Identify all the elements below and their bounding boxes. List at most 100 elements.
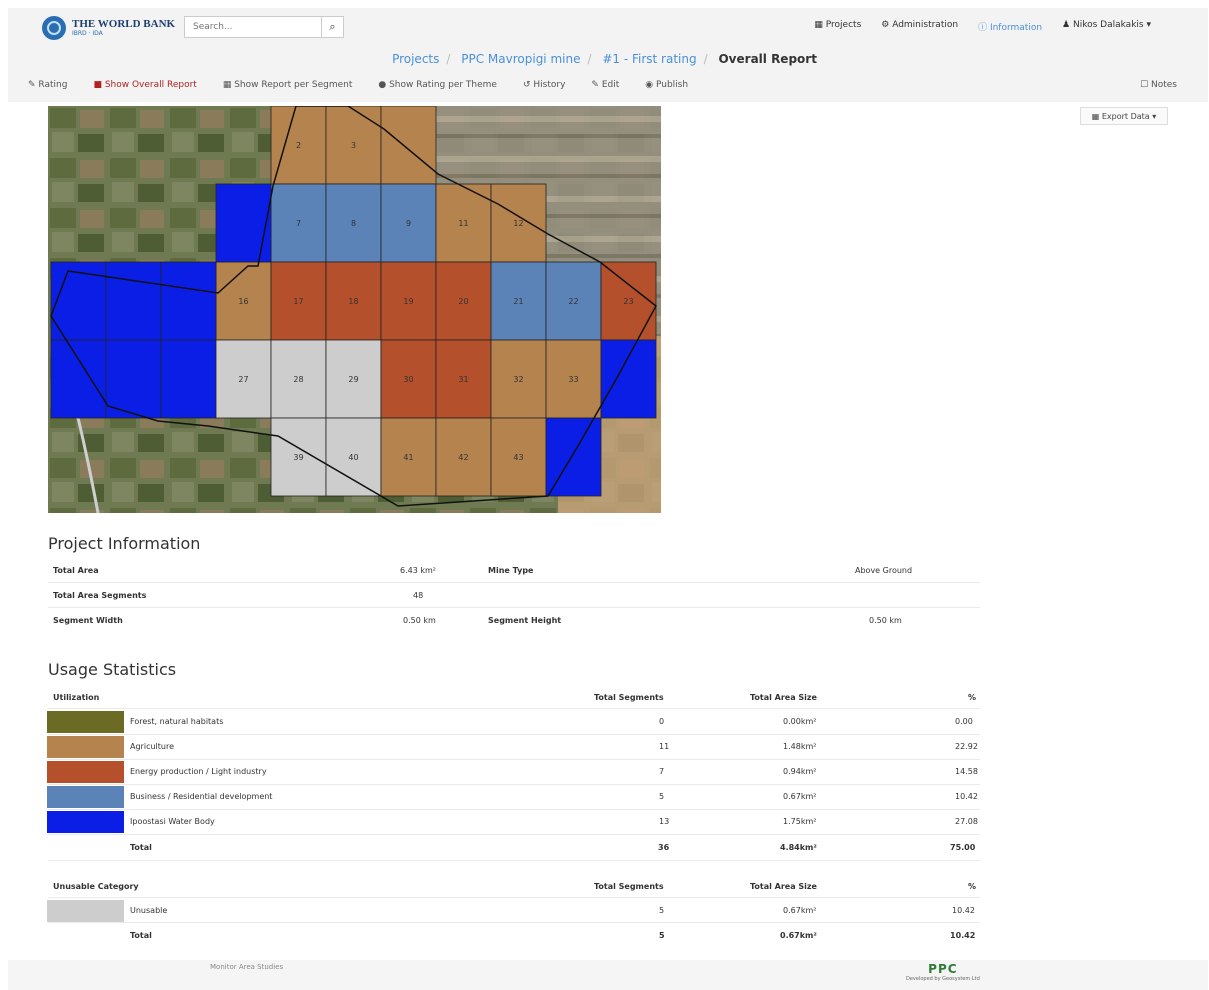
map-segment-label: 30: [403, 375, 413, 384]
breadcrumb-rating[interactable]: #1 - First rating: [602, 52, 696, 66]
map-segment[interactable]: [160, 261, 217, 341]
breadcrumb-projects[interactable]: Projects: [392, 52, 439, 66]
total-segments-header: Total Segments: [594, 693, 664, 702]
footer-text: Monitor Area Studies: [210, 963, 284, 971]
unusable-total-segments: 5: [659, 931, 665, 940]
map-segment-label: 32: [513, 375, 523, 384]
nav-administration[interactable]: ⚙ Administration: [881, 20, 958, 33]
export-data-button[interactable]: ▦ Export Data ▾: [1080, 107, 1168, 125]
project-information-title: Project Information: [48, 534, 201, 553]
divider: [48, 860, 980, 861]
utilization-area: 1.48km²: [783, 742, 817, 751]
segment-map[interactable]: 2 3 7 8 9 11 12 16 17 18 19 20 21 22 23 27 28 29 30 31 32 33 3…: [48, 106, 661, 513]
divider: [48, 809, 980, 810]
unusable-total-percent: 10.42: [950, 931, 976, 940]
utilization-header: Utilization: [53, 693, 100, 702]
nav-user-menu[interactable]: ♟ Nikos Dalakakis ▾: [1062, 20, 1151, 33]
unusable-name: Unusable: [130, 906, 168, 915]
segment-height-label: Segment Height: [488, 616, 562, 625]
caret-down-icon: ▾: [1143, 20, 1151, 30]
divider: [48, 759, 980, 760]
map-segment-label: 22: [568, 297, 578, 306]
map-segment[interactable]: [105, 261, 162, 341]
map-segment[interactable]: [160, 339, 217, 419]
map-segment-label: 29: [348, 375, 358, 384]
table-icon: ▦: [222, 80, 235, 90]
usage-total-label: Total: [130, 843, 152, 852]
unusable-swatch: [47, 900, 124, 922]
globe-icon: ◉: [645, 80, 656, 90]
tab-show-report-per-segment[interactable]: ▦ Show Report per Segment: [223, 80, 353, 90]
breadcrumb-project[interactable]: PPC Mavropigi mine: [461, 52, 580, 66]
unusable-total-label: Total: [130, 931, 152, 940]
map-segment-label: 33: [568, 375, 578, 384]
divider: [48, 922, 980, 923]
tab-rating[interactable]: ✎ Rating: [28, 80, 67, 90]
total-area-label: Total Area: [53, 566, 99, 575]
utilization-name: Forest, natural habitats: [130, 717, 224, 726]
total-area-value: 6.43 km²: [400, 566, 436, 575]
nav-projects[interactable]: ▦ Projects: [814, 20, 861, 33]
utilization-percent: 14.58: [955, 767, 978, 776]
utilization-swatch: [47, 761, 124, 783]
map-segment[interactable]: [215, 183, 272, 263]
map-segment[interactable]: [600, 339, 657, 419]
utilization-area: 0.94km²: [783, 767, 817, 776]
tab-edit[interactable]: ✎ Edit: [591, 80, 619, 90]
info-icon: ⓘ: [978, 23, 990, 33]
map-segment-label: 9: [406, 219, 411, 228]
map-segment[interactable]: [50, 339, 107, 419]
map-segment[interactable]: [105, 339, 162, 419]
utilization-segments: 0: [659, 717, 665, 726]
utilization-name: Ipoostasi Water Body: [130, 817, 215, 826]
utilization-name: Agriculture: [130, 742, 174, 751]
divider: [48, 784, 980, 785]
segment-width-label: Segment Width: [53, 616, 123, 625]
usage-total-segments: 36: [658, 843, 670, 852]
ppc-logo: PPC Developed by Geosystem Ltd: [906, 962, 980, 982]
utilization-percent: 0.00: [955, 717, 973, 726]
map-segment-label: 16: [238, 297, 248, 306]
world-bank-logo[interactable]: THE WORLD BANK IBRD · IDA: [42, 16, 175, 40]
footer: Monitor Area Studies PPC Developed by Ge…: [8, 960, 1208, 990]
total-segments-value: 48: [413, 591, 424, 600]
utilization-swatch: [47, 786, 124, 808]
search-icon: ⌕: [329, 20, 336, 33]
map-segment[interactable]: [380, 106, 437, 185]
map-segment-label: 42: [458, 453, 468, 462]
tab-show-rating-per-theme[interactable]: ● Show Rating per Theme: [378, 80, 497, 90]
utilization-area: 1.75km²: [783, 817, 817, 826]
usage-statistics-title: Usage Statistics: [48, 660, 177, 679]
table-icon: ▦: [1091, 112, 1102, 121]
divider: [48, 708, 980, 709]
utilization-area: 0.67km²: [783, 792, 817, 801]
segment-map-svg: 2 37 8 9 11 1216 17 18 19 20 21 22 2327 28 29 30 31 32 333…: [48, 106, 661, 513]
utilization-percent: 22.92: [955, 742, 978, 751]
mine-type-value: Above Ground: [855, 566, 913, 575]
search-input[interactable]: [185, 17, 321, 37]
divider: [48, 734, 980, 735]
search-box: ⌕: [184, 16, 344, 38]
map-segment-label: 40: [348, 453, 358, 462]
map-segment-label: 2: [296, 141, 301, 150]
map-segment-label: 12: [513, 219, 523, 228]
map-segment-label: 31: [458, 375, 468, 384]
logo-subtitle: IBRD · IDA: [72, 30, 103, 37]
user-icon: ♟: [1062, 20, 1073, 30]
nav-information[interactable]: ⓘ Information: [978, 20, 1042, 33]
tab-history[interactable]: ↺ History: [523, 80, 565, 90]
map-segment-label: 3: [351, 141, 356, 150]
utilization-segments: 7: [659, 767, 665, 776]
search-button[interactable]: ⌕: [321, 17, 343, 37]
utilization-swatch: [47, 736, 124, 758]
divider: [48, 897, 980, 898]
notes-toggle[interactable]: ☐ Notes: [1140, 80, 1177, 90]
tab-show-overall-report[interactable]: ■ Show Overall Report: [93, 80, 196, 90]
tab-publish[interactable]: ◉ Publish: [645, 80, 688, 90]
segment-width-value: 0.50 km: [403, 616, 436, 625]
map-segment-label: 27: [238, 375, 248, 384]
utilization-percent: 10.42: [955, 792, 978, 801]
checkbox-icon: ☐: [1140, 80, 1151, 90]
map-segment-label: 23: [623, 297, 633, 306]
map-segment-label: 7: [296, 219, 301, 228]
